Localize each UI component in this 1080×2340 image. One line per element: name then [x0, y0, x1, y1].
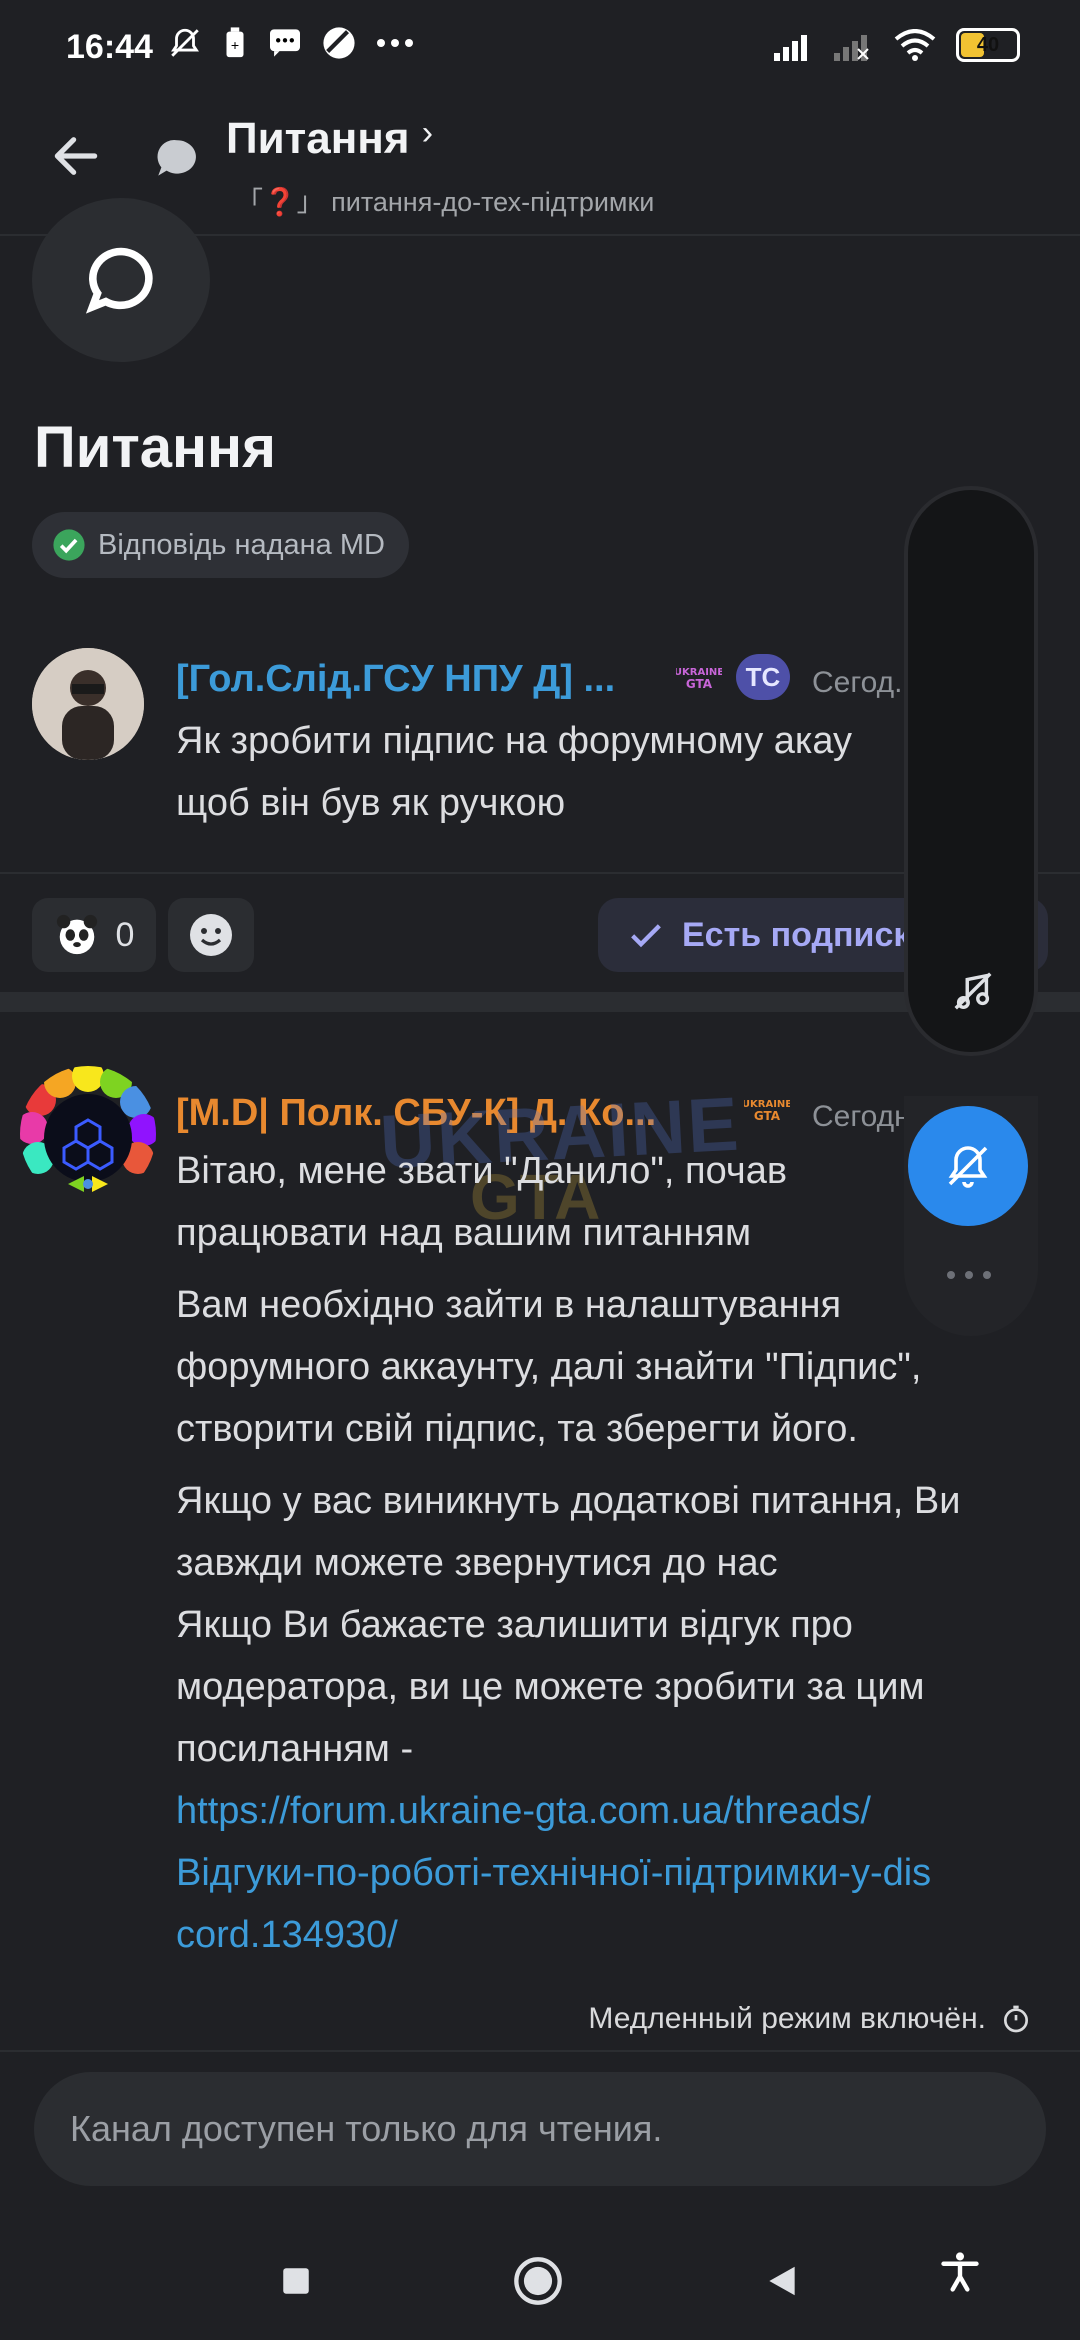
- header-chevron: ›: [421, 114, 434, 152]
- music-off-icon[interactable]: [950, 968, 996, 1014]
- bell-off-icon: [948, 1146, 988, 1188]
- home-icon[interactable]: [512, 2255, 564, 2307]
- message-line: щоб він був як ручкою: [176, 782, 566, 824]
- server-tag-icon: UKRAINE GTA: [742, 1094, 792, 1124]
- username[interactable]: [Гол.Слід.ГСУ НПУ Д] ...: [176, 658, 615, 701]
- accessibility-icon[interactable]: [938, 2250, 982, 2294]
- status-icons-left: +: [168, 26, 414, 60]
- back-icon[interactable]: [763, 2262, 801, 2300]
- message-line: модератора, ви це можете зробити за цим: [176, 1666, 925, 1708]
- bell-muted-icon: [171, 28, 199, 57]
- answer-badge: Відповідь надана MD: [32, 512, 409, 578]
- thread-title: Питання: [34, 415, 276, 480]
- message-line: форумного аккаунту, далі знайти "Підпис"…: [176, 1346, 922, 1388]
- status-icons-right: 40: [774, 28, 1020, 62]
- message-line: посиланням -: [176, 1728, 414, 1770]
- server-tag-icon: UKRAINE GTA: [674, 662, 724, 692]
- header-title-text: Питання: [226, 114, 410, 163]
- link-line[interactable]: https://forum.ukraine-gta.com.ua/threads…: [176, 1780, 1056, 1842]
- thread-icon-circle: [32, 198, 210, 362]
- mute-notifications-button[interactable]: [908, 1106, 1028, 1226]
- battery-saver-icon: +: [226, 27, 244, 58]
- status-time: 16:44: [66, 28, 153, 66]
- feedback-link[interactable]: https://forum.ukraine-gta.com.ua/threads…: [176, 1780, 1056, 1966]
- svg-text:GTA: GTA: [754, 1109, 781, 1123]
- battery-icon: 40: [956, 28, 1020, 62]
- svg-text:GTA: GTA: [686, 677, 713, 691]
- slow-mode-text: Медленный режим включён.: [588, 2002, 986, 2035]
- recents-icon[interactable]: [279, 2264, 313, 2298]
- answer-badge-text: Відповідь надана MD: [98, 528, 385, 561]
- panda-emoji-icon: [56, 914, 97, 955]
- avatar[interactable]: [20, 1066, 156, 1202]
- thread-bubble-icon: [157, 140, 196, 176]
- svg-text:+: +: [231, 38, 239, 54]
- message-text: Як зробити підпис на форумному акау щоб …: [176, 710, 906, 834]
- more-notifications-icon: [377, 39, 413, 47]
- chat-bubble-icon: [85, 247, 153, 314]
- footer-divider: [0, 2050, 1080, 2052]
- check-icon: [631, 924, 661, 948]
- link-line[interactable]: Відгуки-по-роботі-технічної-підтримки-у-…: [176, 1842, 1056, 1904]
- link-line[interactable]: cord.134930/: [176, 1904, 1056, 1966]
- message-line: створити свій підпис, та зберегти його.: [176, 1408, 858, 1450]
- more-dots-icon[interactable]: [944, 1268, 994, 1282]
- emoji-add-icon: [190, 914, 232, 956]
- message-line: Як зробити підпис на форумному акау: [176, 720, 853, 762]
- battery-level: 40: [976, 33, 1000, 56]
- wifi-icon: [894, 29, 936, 61]
- message-icon: [270, 29, 300, 57]
- signal-icon: [774, 35, 807, 61]
- input-placeholder: Канал доступен только для чтения.: [70, 2108, 663, 2149]
- reaction-count: 0: [115, 915, 135, 954]
- channel-name[interactable]: 「❓」 питання-до-тех-підтримки: [236, 180, 654, 219]
- timer-icon: [1004, 2005, 1028, 2033]
- message-line: Якщо у вас виникнуть додаткові питання, …: [176, 1480, 961, 1522]
- op-badge: TC: [736, 654, 790, 700]
- system-navbar: [0, 2222, 1080, 2340]
- reaction-chip[interactable]: 0: [32, 898, 156, 972]
- slow-mode-notice: Медленный режим включён.: [588, 2002, 1032, 2036]
- message-line: завжди можете звернутися до нас: [176, 1542, 778, 1584]
- floating-media-panel[interactable]: [904, 486, 1038, 1056]
- back-arrow-icon[interactable]: [48, 128, 104, 184]
- header-title[interactable]: Питання ›: [226, 114, 433, 164]
- follow-thread-label: Есть подписк: [682, 915, 911, 954]
- message-input[interactable]: Канал доступен только для чтения.: [34, 2072, 1046, 2186]
- signal-off-icon: [834, 35, 869, 61]
- checkmark-circle-icon: [53, 529, 85, 561]
- avatar[interactable]: [32, 648, 144, 760]
- app-circle-icon: [323, 27, 355, 59]
- add-reaction-button[interactable]: [168, 898, 254, 972]
- message-line: Якщо Ви бажаєте залишити відгук про: [176, 1604, 853, 1646]
